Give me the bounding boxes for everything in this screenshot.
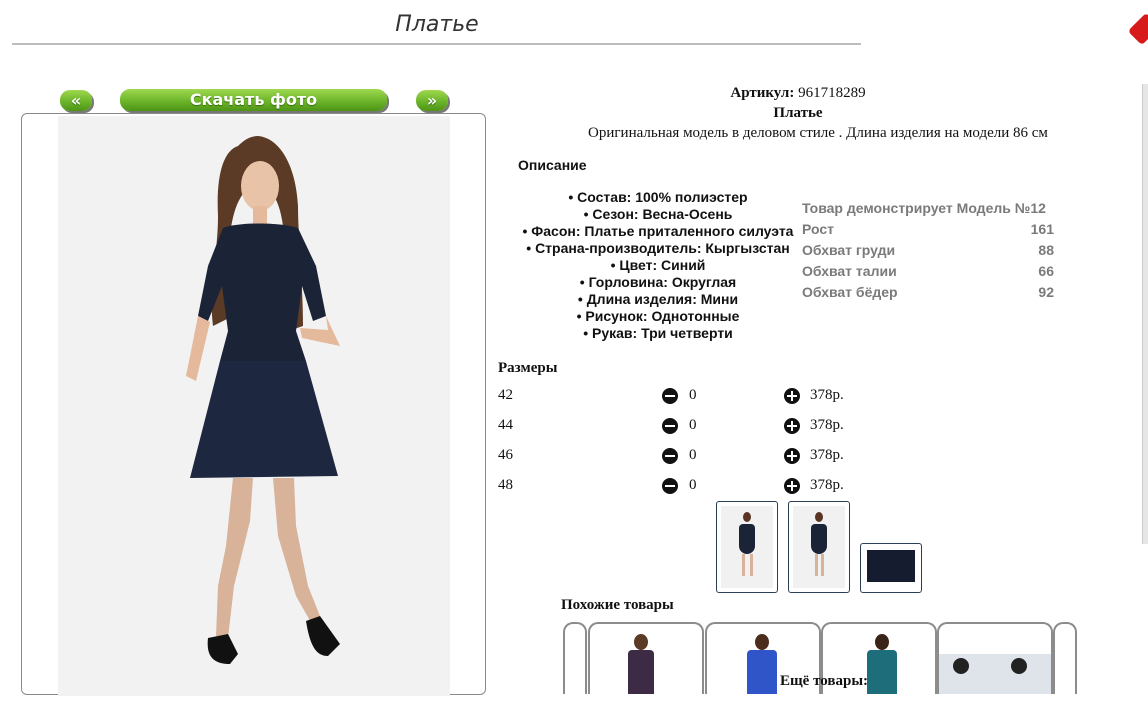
next-photo-button[interactable]: » — [416, 90, 448, 111]
model-param-row: Обхват груди 88 — [802, 242, 1054, 258]
photo-thumbnail-2[interactable] — [788, 501, 850, 593]
size-row: 42 0 378р. — [498, 387, 858, 417]
quantity-value: 0 — [689, 447, 697, 463]
model-figure-illustration — [186, 136, 340, 664]
sku-value: 961718289 — [798, 85, 866, 101]
minus-icon[interactable] — [662, 478, 678, 494]
price-value: 378р. — [810, 477, 844, 493]
sku-label: Артикул: — [730, 85, 795, 101]
size-row: 46 0 378р. — [498, 447, 858, 477]
attribute-item: • Фасон: Платье приталенного силуэта — [522, 223, 794, 239]
main-photo-frame — [21, 113, 486, 696]
scrollbar[interactable] — [1142, 84, 1148, 544]
attribute-item: • Состав: 100% полиэстер — [568, 189, 748, 205]
attribute-list: • Состав: 100% полиэстер • Сезон: Весна-… — [508, 189, 808, 342]
minus-icon[interactable] — [662, 448, 678, 464]
photo-thumbnail-1[interactable] — [716, 501, 778, 593]
quantity-value: 0 — [689, 387, 697, 403]
size-label: 46 — [498, 447, 513, 463]
plus-icon[interactable] — [784, 478, 800, 494]
more-goods-heading: Ещё товары: — [780, 673, 869, 689]
model-param-row: Рост 161 — [802, 221, 1054, 237]
minus-icon[interactable] — [662, 388, 678, 404]
attribute-item: • Сезон: Весна-Осень — [583, 206, 733, 222]
plus-icon[interactable] — [784, 418, 800, 434]
model-param-row: Обхват бёдер 92 — [802, 284, 1054, 300]
similar-heading: Похожие товары — [561, 597, 674, 613]
size-row: 44 0 378р. — [498, 417, 858, 447]
size-label: 42 — [498, 387, 513, 403]
close-icon[interactable] — [1127, 12, 1148, 46]
model-params: Товар демонстрирует Модель №12 Рост 161 О… — [802, 198, 1054, 303]
product-description: Оригинальная модель в деловом стиле . Дл… — [588, 125, 1048, 141]
model-heading: Товар демонстрирует Модель №12 — [802, 200, 1046, 216]
plus-icon[interactable] — [784, 448, 800, 464]
prev-photo-button[interactable]: « — [60, 90, 92, 111]
sku-line: Артикул: 961718289 — [498, 85, 1098, 102]
fabric-swatch-thumbnail[interactable] — [860, 543, 922, 593]
title-divider — [12, 43, 861, 45]
similar-product-card[interactable] — [937, 622, 1053, 694]
attribute-item: • Длина изделия: Мини — [577, 291, 739, 307]
minus-icon[interactable] — [662, 418, 678, 434]
size-label: 48 — [498, 477, 513, 493]
product-name: Платье — [773, 105, 823, 121]
attribute-item: • Рисунок: Однотонные — [576, 308, 740, 324]
download-photo-button[interactable]: Скачать фото — [120, 89, 387, 111]
plus-icon[interactable] — [784, 388, 800, 404]
main-product-photo[interactable] — [58, 116, 450, 696]
attribute-item: • Рукав: Три четверти — [583, 325, 733, 341]
quantity-value: 0 — [689, 417, 697, 433]
page-title: Платье — [395, 12, 479, 37]
description-heading: Описание — [518, 157, 587, 173]
attribute-item: • Цвет: Синий — [610, 257, 706, 273]
model-param-row: Обхват талии 66 — [802, 263, 1054, 279]
sizes-heading: Размеры — [498, 360, 558, 376]
attribute-item: • Страна-производитель: Кыргызстан — [526, 240, 790, 256]
price-value: 378р. — [810, 387, 844, 403]
attribute-item: • Горловина: Округлая — [579, 274, 737, 290]
quantity-value: 0 — [689, 477, 697, 493]
size-label: 44 — [498, 417, 513, 433]
price-value: 378р. — [810, 417, 844, 433]
price-value: 378р. — [810, 447, 844, 463]
similar-scroll-right[interactable] — [1053, 622, 1077, 694]
similar-product-card[interactable] — [588, 622, 704, 694]
similar-scroll-left[interactable] — [563, 622, 587, 694]
